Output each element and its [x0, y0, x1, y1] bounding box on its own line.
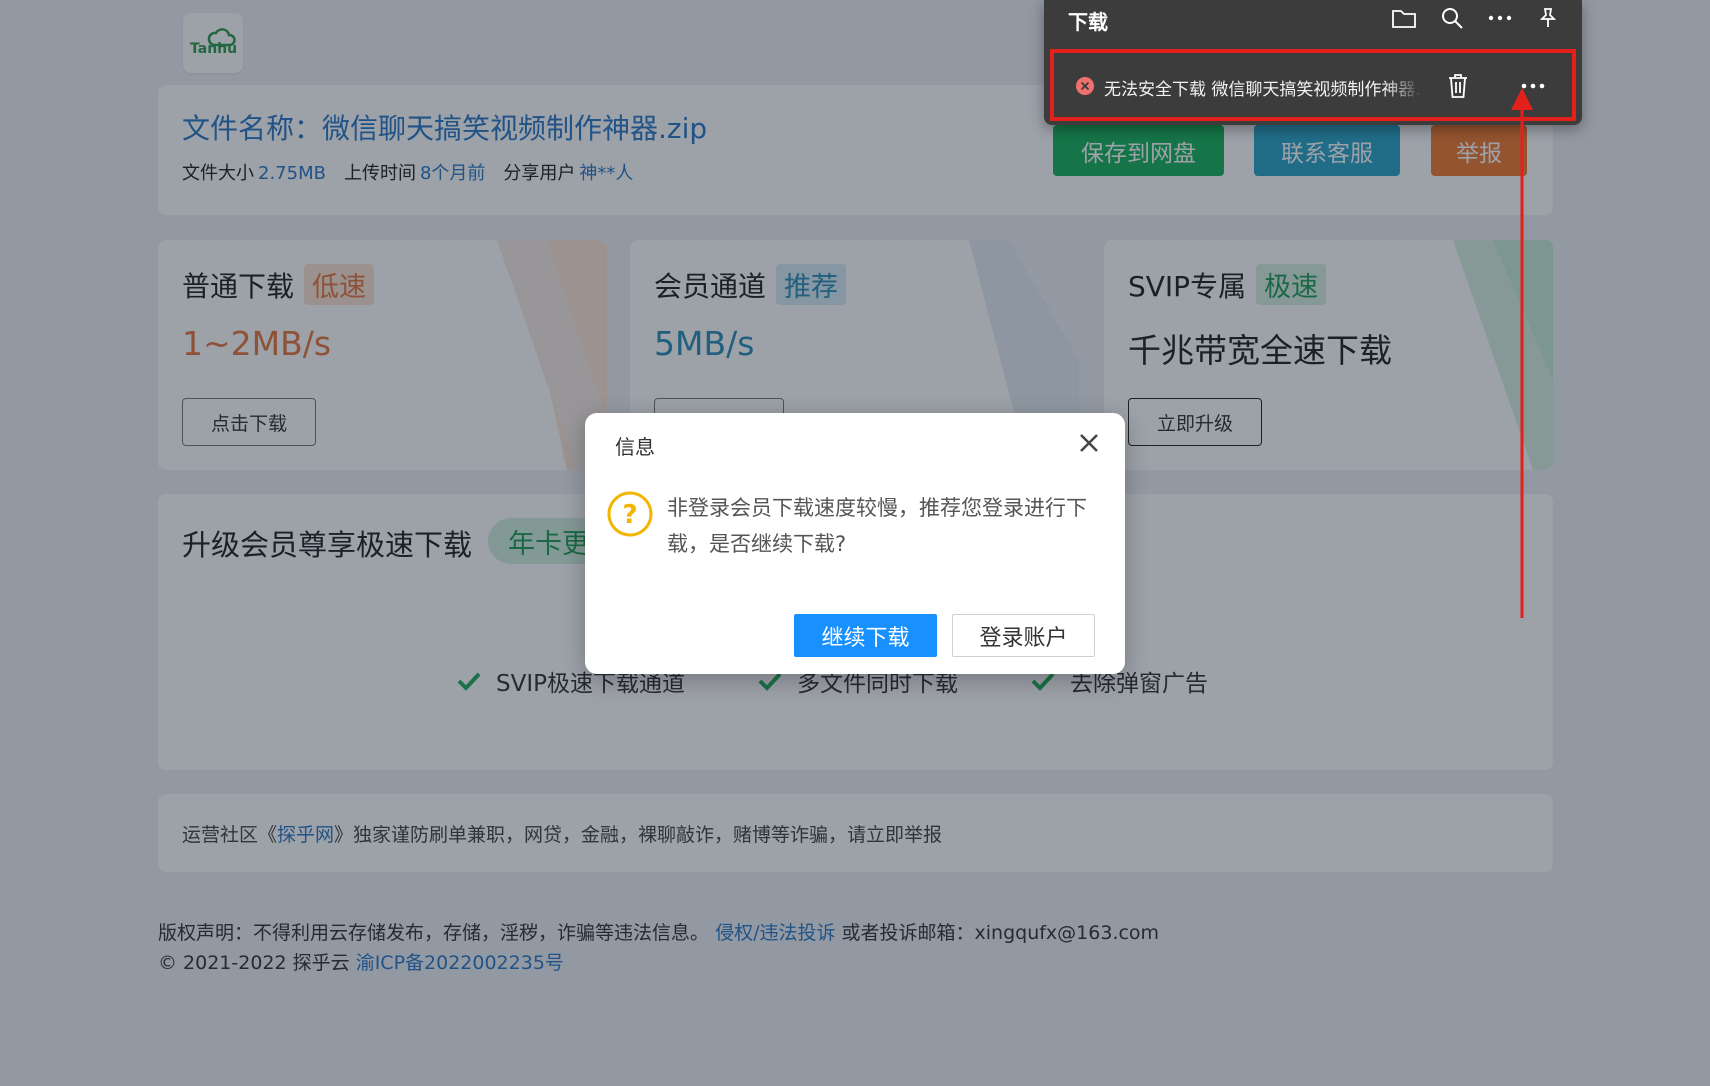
info-dialog: 信息 ? 非登录会员下载速度较慢，推荐您登录进行下载，是否继续下载? 继续下载 …	[585, 413, 1125, 674]
login-account-button[interactable]: 登录账户	[952, 614, 1095, 657]
annotation-arrow-icon	[1511, 88, 1533, 618]
dialog-title: 信息	[615, 435, 655, 459]
question-icon: ?	[607, 491, 653, 537]
download-item-text: 无法安全下载 微信聊天搞笑视频制作神器.zip	[1104, 80, 1422, 100]
download-panel-title: 下载	[1068, 10, 1108, 34]
error-icon	[1076, 77, 1094, 95]
folder-icon[interactable]	[1390, 2, 1418, 34]
more-icon[interactable]	[1486, 2, 1514, 34]
dialog-body: ? 非登录会员下载速度较慢，推荐您登录进行下载，是否继续下载?	[607, 491, 1097, 562]
continue-download-button[interactable]: 继续下载	[794, 614, 937, 657]
close-icon[interactable]	[1075, 429, 1103, 457]
trash-icon[interactable]	[1444, 71, 1472, 101]
download-item[interactable]: 无法安全下载 微信聊天搞笑视频制作神器.zip	[1050, 49, 1576, 121]
dialog-message: 非登录会员下载速度较慢，推荐您登录进行下载，是否继续下载?	[667, 496, 1087, 556]
search-icon[interactable]	[1438, 2, 1466, 34]
pin-icon[interactable]	[1534, 2, 1562, 34]
svg-text:?: ?	[622, 500, 637, 530]
download-toolbar	[1390, 2, 1562, 34]
